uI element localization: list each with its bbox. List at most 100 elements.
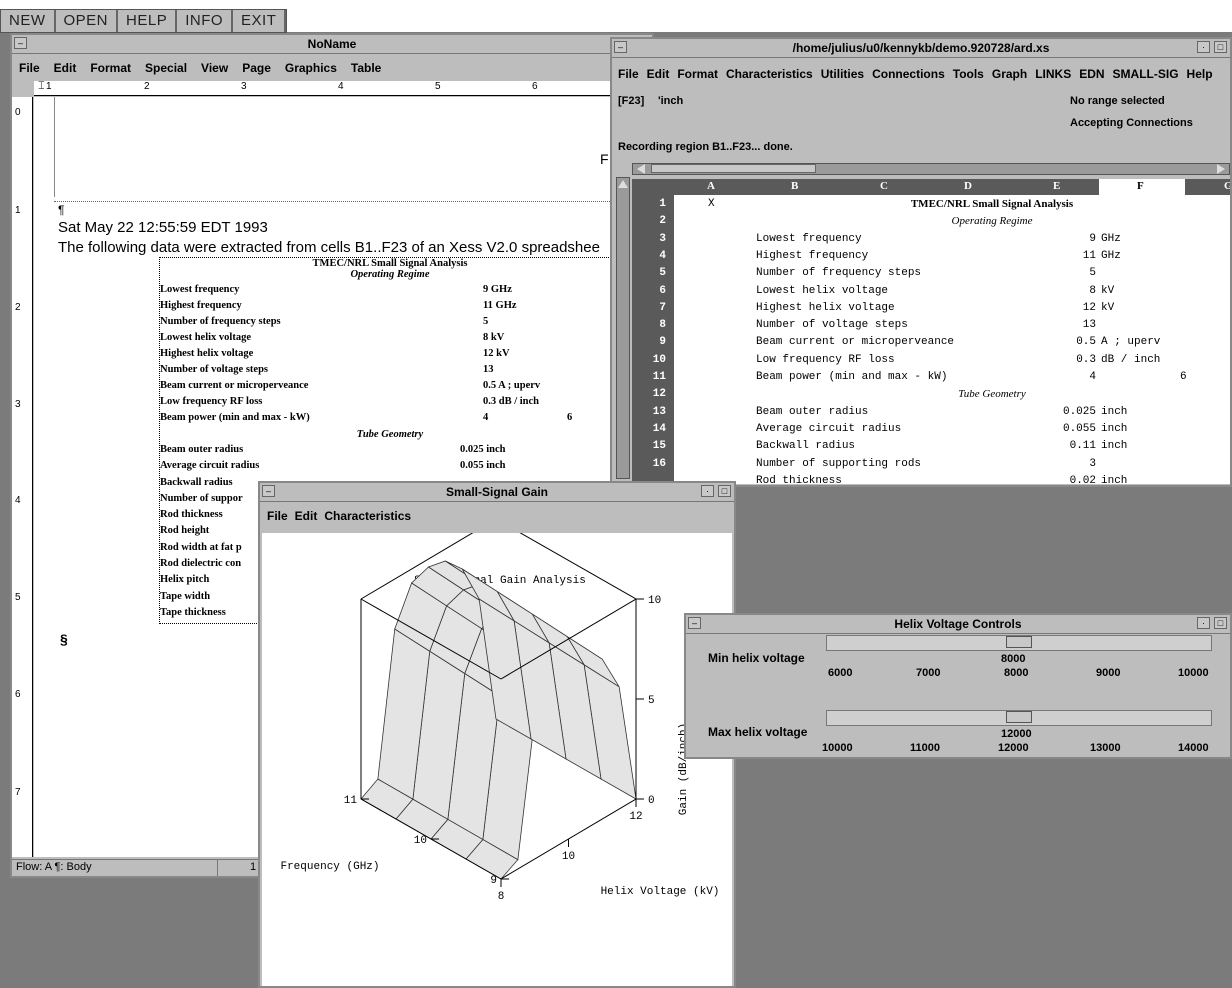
cell-f[interactable]: dB / inch [1099, 353, 1185, 367]
sheet-row[interactable]: 6 Lowest helix voltage 8 kV [632, 283, 1230, 300]
cell-a: X [708, 198, 715, 210]
menu-file[interactable]: File [612, 67, 643, 81]
maximize-button[interactable]: □ [1214, 41, 1227, 53]
window-menu-button[interactable]: – [262, 485, 275, 497]
min-slider-thumb[interactable] [1006, 636, 1032, 648]
sheet-row[interactable]: 15 Backwall radius 0.11 inch [632, 438, 1230, 455]
cell-f[interactable] [1099, 214, 1185, 216]
sheet-row[interactable]: 3 Lowest frequency 9 GHz [632, 231, 1230, 248]
help-button[interactable]: HELP [118, 10, 178, 32]
scroll-thumb[interactable] [651, 164, 816, 173]
cell-b: Backwall radius [756, 440, 856, 453]
menu-format[interactable]: Format [673, 67, 722, 81]
max-voltage-slider[interactable] [826, 710, 1212, 726]
cell-content[interactable]: 'inch [658, 95, 683, 107]
cell-f[interactable]: inch [1099, 405, 1185, 419]
menu-help[interactable]: Help [1183, 67, 1217, 81]
sheet-row[interactable]: 9 Beam current or microperveance 0.5 A ; up… [632, 334, 1230, 351]
menu-table[interactable]: Table [344, 61, 388, 75]
exit-button[interactable]: EXIT [233, 10, 287, 32]
menu-graphics[interactable]: Graphics [278, 61, 344, 75]
sheet-row[interactable]: 2 Operating Regime [632, 213, 1230, 230]
sheet-row[interactable]: 4 Highest frequency 11 GHz [632, 248, 1230, 265]
sheet-row[interactable]: 1 X TMEC/NRL Small Signal Analysis [632, 196, 1230, 213]
left-arrow-icon[interactable] [637, 164, 645, 174]
ruler-label: 3 [241, 81, 247, 92]
doc-table-row: Average circuit radius 0.055 inch [160, 460, 620, 476]
cell-f[interactable]: kV [1099, 284, 1185, 298]
sheet-row[interactable]: 7 Highest helix voltage 12 kV [632, 300, 1230, 317]
menu-file[interactable]: File [260, 509, 295, 523]
up-arrow-icon[interactable] [618, 180, 628, 188]
column-header[interactable]: A [707, 180, 715, 192]
cell-f[interactable] [1099, 370, 1185, 372]
menu-page[interactable]: Page [235, 61, 278, 75]
menu-tools[interactable]: Tools [949, 67, 988, 81]
cell-f[interactable]: inch [1099, 439, 1185, 453]
right-arrow-icon[interactable] [1217, 164, 1225, 174]
tab-marker-icon[interactable]: ⌶ [38, 80, 45, 93]
menu-utilities[interactable]: Utilities [817, 67, 868, 81]
sheet-row[interactable]: 8 Number of voltage steps 13 [632, 317, 1230, 334]
menu-edit[interactable]: Edit [643, 67, 674, 81]
cell-f[interactable] [1099, 387, 1185, 389]
minimize-button[interactable]: · [1197, 617, 1210, 629]
menu-small-sig[interactable]: SMALL-SIG [1109, 67, 1183, 81]
row-label: Helix pitch [160, 574, 210, 586]
cell-f[interactable]: inch [1099, 422, 1185, 436]
sheet-grid[interactable]: A B C D E F G 1 X TMEC/NRL Small Signal An… [632, 179, 1230, 484]
volt-tick-label: 8 [498, 891, 505, 903]
menu-edn[interactable]: EDN [1075, 67, 1108, 81]
menu-links[interactable]: LINKS [1031, 67, 1075, 81]
menu-view[interactable]: View [194, 61, 235, 75]
sheet-row[interactable]: 10 Low frequency RF loss 0.3 dB / inch [632, 352, 1230, 369]
menu-connections[interactable]: Connections [868, 67, 949, 81]
cell-f[interactable]: kV [1099, 301, 1185, 315]
column-header[interactable]: C [880, 180, 888, 192]
menu-file[interactable]: File [12, 61, 47, 75]
sheet-row[interactable]: 13 Beam outer radius 0.025 inch [632, 404, 1230, 421]
cell-f[interactable] [1099, 457, 1185, 459]
vertical-scrollbar[interactable] [616, 177, 630, 479]
minimize-button[interactable]: · [701, 485, 714, 497]
cell-f[interactable] [1099, 197, 1185, 199]
maximize-button[interactable]: □ [1214, 617, 1227, 629]
cell-f[interactable]: GHz [1099, 232, 1185, 246]
row-number: 9 [659, 336, 666, 349]
cell-f[interactable]: A ; uperv [1099, 335, 1185, 349]
menu-graph[interactable]: Graph [988, 67, 1031, 81]
cell-f[interactable]: inch [1099, 474, 1185, 484]
column-header[interactable]: F [1137, 180, 1144, 192]
column-header[interactable]: D [964, 180, 972, 192]
cell-f[interactable]: GHz [1099, 249, 1185, 263]
menu-characteristics[interactable]: Characteristics [722, 67, 817, 81]
menu-format[interactable]: Format [83, 61, 138, 75]
minimize-button[interactable]: · [1197, 41, 1210, 53]
menu-special[interactable]: Special [138, 61, 194, 75]
row-label: Rod thickness [160, 509, 223, 521]
horizontal-scrollbar[interactable] [632, 163, 1230, 175]
row-number: 11 [652, 371, 666, 383]
menu-characteristics[interactable]: Characteristics [317, 509, 418, 523]
maximize-button[interactable]: □ [718, 485, 731, 497]
column-header[interactable]: E [1053, 180, 1060, 192]
min-voltage-slider[interactable] [826, 635, 1212, 651]
sheet-row[interactable]: 11 Beam power (min and max - kW) 4 6 [632, 369, 1230, 386]
column-header[interactable]: B [791, 180, 798, 192]
menu-edit[interactable]: Edit [47, 61, 84, 75]
cell-f[interactable] [1099, 318, 1185, 320]
new-button[interactable]: NEW [1, 10, 56, 32]
open-button[interactable]: OPEN [56, 10, 119, 32]
sheet-row[interactable]: 16 Number of supporting rods 3 [632, 456, 1230, 473]
sheet-row[interactable]: 12 Tube Geometry [632, 386, 1230, 403]
window-menu-button[interactable]: – [14, 37, 27, 49]
info-button[interactable]: INFO [177, 10, 234, 32]
max-slider-thumb[interactable] [1006, 711, 1032, 723]
sheet-row[interactable]: 5 Number of frequency steps 5 [632, 265, 1230, 282]
window-menu-button[interactable]: – [688, 617, 701, 629]
menu-edit[interactable]: Edit [295, 509, 318, 523]
column-header[interactable]: G [1224, 180, 1230, 192]
sheet-row[interactable]: 14 Average circuit radius 0.055 inch [632, 421, 1230, 438]
cell-f[interactable] [1099, 266, 1185, 268]
window-menu-button[interactable]: – [614, 41, 627, 53]
